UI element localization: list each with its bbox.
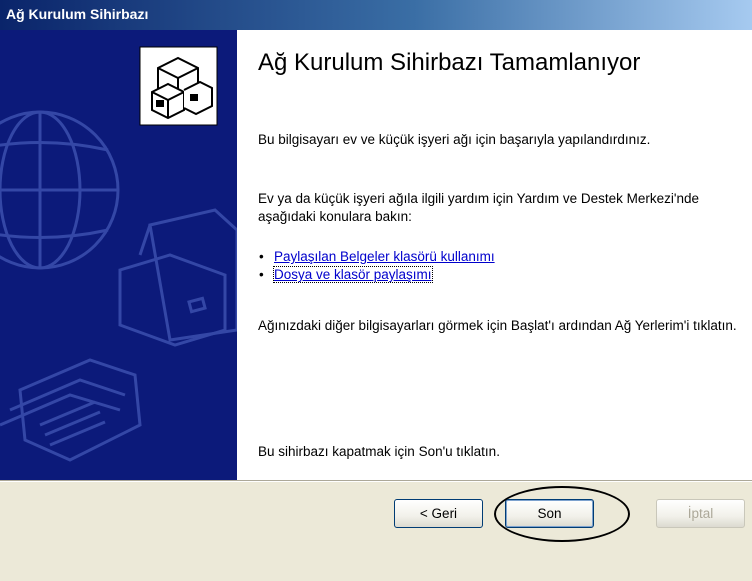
wizard-window: Ağ Kurulum Sihirbazı Ağ Kurulum Sihirbaz… — [0, 0, 752, 581]
close-instruction-text: Bu sihirbazı kapatmak için Son'u tıklatı… — [258, 444, 500, 459]
cancel-button[interactable]: İptal — [656, 499, 745, 528]
printer-icon — [118, 208, 237, 347]
page-title: Ağ Kurulum Sihirbazı Tamamlanıyor — [258, 49, 641, 76]
list-item: • Paylaşılan Belgeler klasörü kullanımı — [258, 248, 738, 266]
wizard-sidebar — [0, 30, 237, 480]
link-file-folder-sharing[interactable]: Dosya ve klasör paylaşımı — [273, 266, 433, 283]
wizard-content: Ağ Kurulum Sihirbazı Tamamlanıyor Bu bil… — [237, 30, 752, 480]
bullet-icon: • — [259, 249, 264, 264]
globe-icon — [0, 110, 120, 270]
title-bar[interactable]: Ağ Kurulum Sihirbazı — [0, 0, 752, 30]
help-intro-text: Ev ya da küçük işyeri ağıla ilgili yardı… — [258, 191, 699, 224]
link-shared-documents[interactable]: Paylaşılan Belgeler klasörü kullanımı — [274, 249, 495, 264]
window-title: Ağ Kurulum Sihirbazı — [6, 6, 149, 22]
sidebar-graphic — [0, 46, 237, 462]
network-computers-icon — [139, 46, 218, 126]
footer-divider — [0, 480, 752, 482]
bullet-icon: • — [259, 267, 264, 282]
back-button[interactable]: < Geri — [394, 499, 483, 528]
success-message: Bu bilgisayarı ev ve küçük işyeri ağı iç… — [258, 132, 651, 147]
list-item: • Dosya ve klasör paylaşımı — [258, 266, 738, 284]
folder-icon — [0, 358, 142, 462]
finish-button[interactable]: Son — [505, 499, 594, 528]
network-places-text: Ağınızdaki diğer bilgisayarları görmek i… — [258, 318, 737, 333]
help-links-list: • Paylaşılan Belgeler klasörü kullanımı … — [258, 248, 738, 284]
